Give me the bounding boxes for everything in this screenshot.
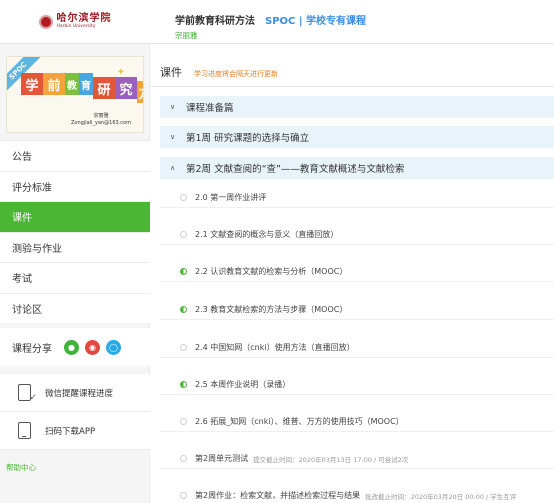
chevron-down-icon: ∨ [170, 133, 176, 141]
lesson-item[interactable]: 2.1 文献查阅的概念与意义（直播回放） [160, 225, 554, 245]
lesson-item[interactable]: 2.3 教育文献检索的方法与步骤（MOOC） [160, 300, 554, 320]
chevron-up-icon: ∧ [170, 164, 176, 172]
menu-item-courseware[interactable]: 课件 [0, 201, 150, 232]
chapter-row-expanded[interactable]: ∧ 第2周 文献查阅的“查”——教育文献概述与文献检索 [160, 157, 554, 179]
progress-empty-icon [180, 344, 187, 351]
lesson-item[interactable]: 2.2 认识教育文献的检索与分析（MOOC） [160, 262, 554, 282]
tool-panel: 微信提醒课程进度 扫码下载APP [0, 374, 150, 450]
logo-english-name: Harbin University [56, 24, 96, 30]
cover-title-blocks: 学 前 教 育 研 究 方 法 [21, 73, 143, 103]
progress-half-icon [180, 268, 187, 275]
main-content: 课件 学习进度将会隔天进行更新 ∨ 课程准备篇 ∨ 第1周 研究课题的选择与确立… [150, 44, 554, 503]
progress-half-icon [180, 306, 187, 313]
weibo-icon[interactable]: ◉ [85, 339, 100, 355]
progress-empty-icon [180, 418, 187, 425]
university-seal-icon [38, 15, 53, 29]
page-title: 课件 [160, 66, 182, 79]
menu-item-announcement[interactable]: 公告 [0, 140, 150, 171]
logo-chinese-name: 哈尔滨学院 [56, 13, 112, 25]
lesson-deadline: 提交截止时间：2020年03月13日 17:00 / 可尝试2次 [253, 455, 409, 464]
divider [150, 86, 554, 87]
progress-empty-icon [180, 231, 187, 238]
lesson-item[interactable]: 2.0 第一周作业讲评 [160, 188, 554, 208]
progress-empty-icon [180, 492, 187, 499]
course-title: 学前教育科研方法 [175, 16, 255, 27]
download-app-button[interactable]: 扫码下载APP [0, 412, 150, 450]
lesson-item[interactable]: 第2周作业：检索文献，并描述检索过程与结果 批改截止时间：2020年03月20日… [160, 486, 554, 503]
wechat-icon[interactable]: ● [64, 339, 79, 355]
lesson-deadline: 批改截止时间：2020年03月20日 00:00 / 学生互评 [365, 492, 517, 501]
phone-icon [18, 422, 31, 439]
qq-icon[interactable]: ◯ [106, 339, 121, 355]
sidebar: SPOC ✦ 学 前 教 育 研 究 方 法 宗丽雅 Zongjiali_yan… [0, 44, 150, 503]
chevron-down-icon: ∨ [170, 103, 176, 111]
progress-update-note: 学习进度将会隔天进行更新 [194, 70, 278, 78]
course-menu: 公告 评分标准 课件 测验与作业 考试 讨论区 [0, 140, 150, 323]
top-bar: 哈尔滨学院 Harbin University 学前教育科研方法 SPOC | … [0, 0, 554, 44]
lesson-item[interactable]: 2.5 本周作业说明（录播） [160, 375, 554, 395]
menu-item-discussion[interactable]: 讨论区 [0, 292, 150, 323]
menu-item-exam[interactable]: 考试 [0, 262, 150, 293]
course-cover-image: SPOC ✦ 学 前 教 育 研 究 方 法 宗丽雅 Zongjiali_yan… [6, 56, 144, 133]
menu-item-grading[interactable]: 评分标准 [0, 170, 150, 201]
wechat-reminder-button[interactable]: 微信提醒课程进度 [0, 374, 150, 412]
share-label: 课程分享 [12, 343, 52, 355]
teacher-name[interactable]: 宗丽雅 [175, 30, 366, 41]
chapter-row[interactable]: ∨ 课程准备篇 [160, 96, 554, 118]
chapter-row[interactable]: ∨ 第1周 研究课题的选择与确立 [160, 126, 554, 148]
progress-empty-icon [180, 455, 187, 462]
help-center-link[interactable]: 帮助中心 [6, 462, 36, 473]
course-share: 课程分享 ● ◉ ◯ [0, 328, 150, 366]
course-header: 学前教育科研方法 SPOC | 学校专有课程 宗丽雅 [175, 12, 366, 41]
lesson-item[interactable]: 2.6 拓展_知网（cnki）、维普、万方的使用技巧（MOOC） [160, 412, 554, 432]
cover-teacher-info: 宗丽雅 Zongjiali_yan@163.com [71, 113, 131, 126]
menu-item-quizzes[interactable]: 测验与作业 [0, 231, 150, 262]
progress-half-icon [180, 381, 187, 388]
course-type-tag: SPOC | 学校专有课程 [265, 16, 366, 27]
progress-empty-icon [180, 194, 187, 201]
checklist-icon [18, 384, 37, 403]
lesson-item[interactable]: 第2周单元测试 提交截止时间：2020年03月13日 17:00 / 可尝试2次 [160, 449, 554, 469]
university-logo[interactable]: 哈尔滨学院 Harbin University [0, 0, 150, 44]
lesson-item[interactable]: 2.4 中国知网（cnki）使用方法（直播回放） [160, 338, 554, 358]
